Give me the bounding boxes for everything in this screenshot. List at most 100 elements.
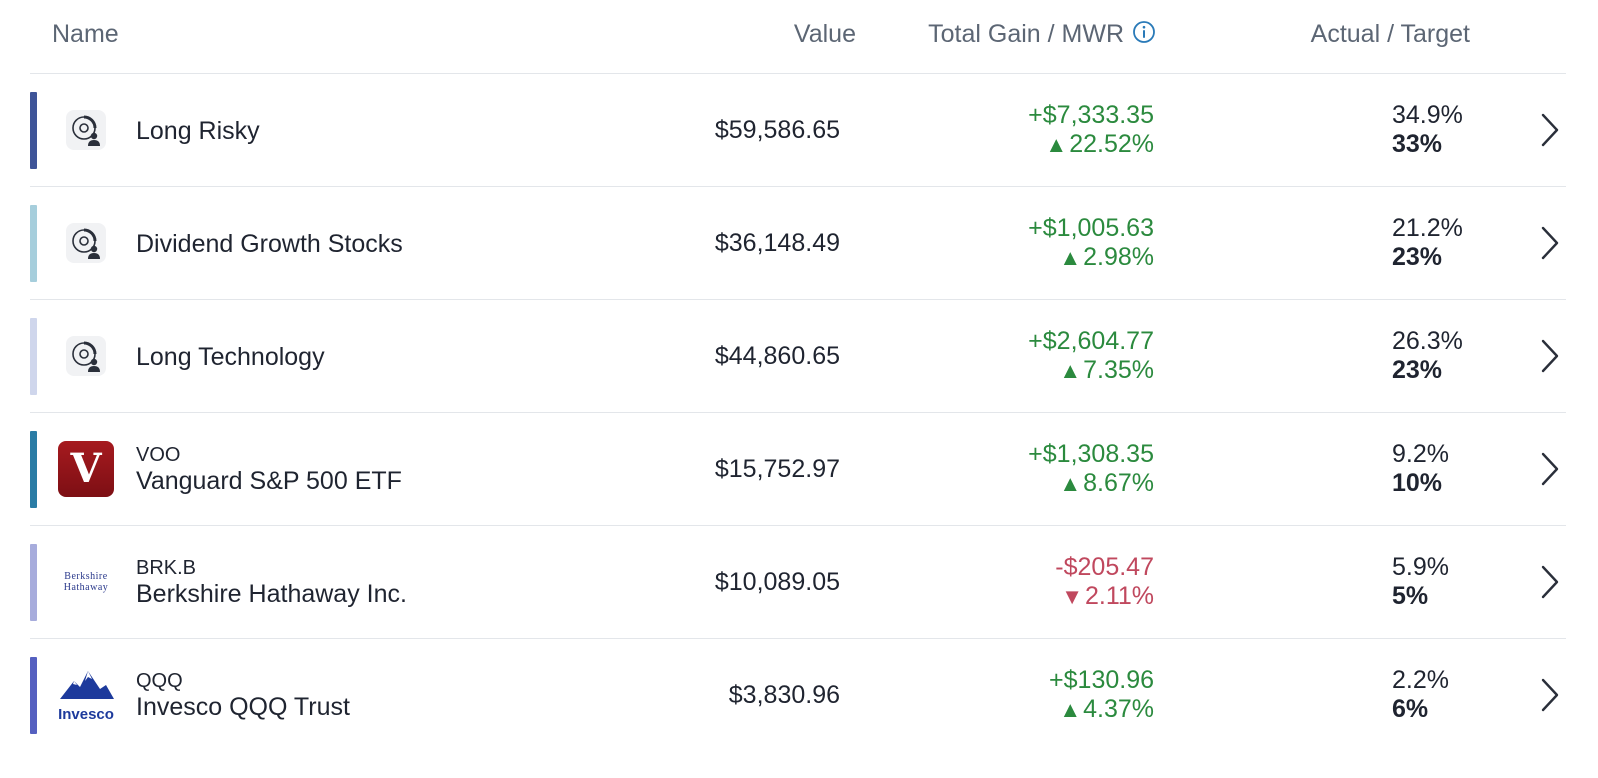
holdings-list: Long Risky $59,586.65 +$7,333.35 ▲22.52%… [30, 74, 1566, 752]
holding-row[interactable]: Long Risky $59,586.65 +$7,333.35 ▲22.52%… [30, 74, 1566, 187]
chevron-right-icon[interactable] [1540, 451, 1560, 487]
triangle-up-icon: ▲ [1059, 471, 1082, 496]
invesco-logo-text: Invesco [58, 706, 114, 723]
holding-name: Dividend Growth Stocks [136, 229, 403, 258]
holding-value: $10,089.05 [714, 568, 840, 596]
gain-percent: 2.98% [1083, 243, 1154, 271]
triangle-up-icon: ▲ [1045, 132, 1068, 157]
holding-value: $59,586.65 [714, 116, 840, 144]
holding-row[interactable]: Berkshire Hathaway BRK.B Berkshire Hatha… [30, 526, 1566, 639]
invesco-logo: Invesco [58, 667, 114, 723]
target-percent: 23% [1392, 243, 1443, 271]
gain-amount: +$7,333.35 [1028, 101, 1154, 129]
holding-gain: +$7,333.35 ▲22.52% [1028, 101, 1154, 159]
berkshire-logo-text: Berkshire Hathaway [64, 571, 109, 593]
triangle-up-icon: ▲ [1059, 697, 1082, 722]
gain-percent-line: ▲2.98% [1028, 243, 1154, 272]
holding-row[interactable]: Invesco QQQ Invesco QQQ Trust $3,830.96 … [30, 639, 1566, 752]
holding-name-block: QQQ Invesco QQQ Trust [136, 639, 350, 752]
holding-allocation: 21.2% 23% [1392, 214, 1468, 272]
chevron-right-icon[interactable] [1540, 225, 1560, 261]
table-header: Name Value Total Gain / MWR Actual / Tar… [30, 0, 1566, 74]
holding-row[interactable]: Dividend Growth Stocks $36,148.49 +$1,00… [30, 187, 1566, 300]
gain-percent-line: ▲7.35% [1028, 356, 1154, 385]
gain-percent: 8.67% [1083, 469, 1154, 497]
target-percent: 33% [1392, 130, 1443, 158]
gain-percent-line: ▲8.67% [1028, 469, 1154, 498]
chevron-right-icon[interactable] [1540, 338, 1560, 374]
gain-percent: 22.52% [1069, 130, 1154, 158]
header-name[interactable]: Name [52, 20, 119, 49]
target-percent: 5% [1392, 582, 1429, 610]
holding-gain: +$1,308.35 ▲8.67% [1028, 440, 1154, 498]
holding-allocation: 9.2% 10% [1392, 440, 1468, 498]
gain-percent-line: ▲22.52% [1028, 130, 1154, 159]
gain-percent-line: ▼2.11% [1055, 582, 1154, 611]
color-bar [30, 205, 37, 282]
chevron-right-icon[interactable] [1540, 677, 1560, 713]
gain-percent: 2.11% [1084, 582, 1154, 610]
holding-value: $36,148.49 [714, 229, 840, 257]
gain-amount: -$205.47 [1055, 553, 1154, 581]
gain-amount: +$1,308.35 [1028, 440, 1154, 468]
holding-allocation: 2.2% 6% [1392, 666, 1468, 724]
actual-percent: 5.9% [1392, 553, 1449, 581]
holding-gain: +$1,005.63 ▲2.98% [1028, 214, 1154, 272]
holding-ticker: VOO [136, 443, 181, 466]
holding-row[interactable]: V VOO Vanguard S&P 500 ETF $15,752.97 +$… [30, 413, 1566, 526]
color-bar [30, 657, 37, 734]
header-value[interactable]: Value [794, 20, 856, 49]
holding-name-block: Long Technology [136, 300, 325, 413]
chevron-right-icon[interactable] [1540, 564, 1560, 600]
holding-ticker: BRK.B [136, 556, 197, 579]
gain-percent: 7.35% [1083, 356, 1154, 384]
chevron-right-icon[interactable] [1540, 112, 1560, 148]
holding-name-block: Dividend Growth Stocks [136, 187, 403, 300]
holding-allocation: 26.3% 23% [1392, 327, 1468, 385]
color-bar [30, 318, 37, 395]
berkshire-logo: Berkshire Hathaway [58, 554, 114, 610]
holding-ticker: QQQ [136, 669, 183, 692]
actual-percent: 2.2% [1392, 666, 1449, 694]
holding-name-block: Long Risky [136, 74, 260, 187]
header-actual-target[interactable]: Actual / Target [1311, 20, 1470, 49]
holding-name: Long Technology [136, 342, 325, 371]
target-percent: 10% [1392, 469, 1443, 497]
holding-value: $3,830.96 [728, 681, 840, 709]
holding-gain: -$205.47 ▼2.11% [1055, 553, 1154, 611]
actual-percent: 21.2% [1392, 214, 1463, 242]
gain-amount: +$130.96 [1049, 666, 1154, 694]
holding-name-block: BRK.B Berkshire Hathaway Inc. [136, 526, 407, 639]
berkshire-logo-line-2: Hathaway [63, 582, 109, 593]
holding-allocation: 34.9% 33% [1392, 101, 1468, 159]
triangle-up-icon: ▲ [1059, 245, 1082, 270]
vanguard-logo: V [58, 441, 114, 497]
target-percent: 6% [1392, 695, 1429, 723]
gain-percent-line: ▲4.37% [1049, 695, 1154, 724]
color-bar [30, 544, 37, 621]
triangle-down-icon: ▼ [1061, 584, 1083, 609]
portfolio-person-icon [66, 336, 106, 376]
holding-name: Vanguard S&P 500 ETF [136, 466, 402, 495]
target-percent: 23% [1392, 356, 1443, 384]
holding-name: Berkshire Hathaway Inc. [136, 579, 407, 608]
header-gain[interactable]: Total Gain / MWR [928, 20, 1156, 49]
gain-amount: +$2,604.77 [1028, 327, 1154, 355]
actual-percent: 26.3% [1392, 327, 1463, 355]
holding-name-block: VOO Vanguard S&P 500 ETF [136, 413, 402, 526]
vanguard-logo-letter: V [70, 445, 102, 492]
gain-percent: 4.37% [1083, 695, 1154, 723]
portfolio-person-icon [66, 223, 106, 263]
invesco-mountain-icon [60, 671, 114, 699]
berkshire-logo-line-1: Berkshire [64, 571, 108, 582]
holding-name: Long Risky [136, 116, 260, 145]
color-bar [30, 431, 37, 508]
holding-value: $15,752.97 [714, 455, 840, 483]
holding-row[interactable]: Long Technology $44,860.65 +$2,604.77 ▲7… [30, 300, 1566, 413]
holding-value: $44,860.65 [714, 342, 840, 370]
actual-percent: 34.9% [1392, 101, 1463, 129]
gain-amount: +$1,005.63 [1028, 214, 1154, 242]
triangle-up-icon: ▲ [1059, 358, 1082, 383]
info-icon[interactable] [1132, 20, 1156, 44]
holding-gain: +$130.96 ▲4.37% [1049, 666, 1154, 724]
